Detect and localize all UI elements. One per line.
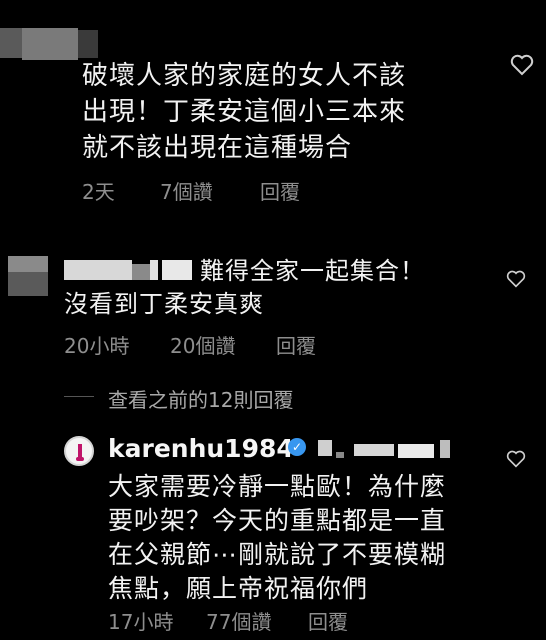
comment-1-text: 破壞人家的家庭的女人不該 出現！丁柔安這個小三本來 就不該出現在這種場合: [82, 61, 407, 163]
comment-2-text-line1: 難得全家一起集合！: [200, 257, 425, 285]
avatar[interactable]: [64, 436, 94, 466]
comment-2-time: 20小時: [64, 334, 130, 358]
verified-badge-icon: ✓: [288, 438, 306, 456]
divider-line: [64, 396, 94, 397]
heart-outline-icon[interactable]: [510, 54, 534, 76]
username[interactable]: karenhu1984: [108, 434, 294, 463]
comment-3-reply-button[interactable]: 回覆: [308, 606, 348, 635]
comment-1-reply-button[interactable]: 回覆: [260, 176, 300, 205]
view-replies-label[interactable]: 查看之前的12則回覆: [108, 384, 293, 413]
comment-3-text: 大家需要冷靜一點歐！為什麼 要吵架？今天的重點都是一直 在父親節⋯剛就說了不要模…: [108, 472, 447, 603]
comment-1-likes[interactable]: 7個讚: [160, 176, 213, 205]
comment-3-time: 17小時: [108, 610, 174, 634]
heart-outline-icon[interactable]: [506, 270, 526, 288]
comment-2-text-line2: 沒看到丁柔安真爽: [64, 290, 264, 318]
comment-1-time: 2天: [82, 180, 115, 204]
comment-2-reply-button[interactable]: 回覆: [276, 330, 316, 359]
heart-outline-icon[interactable]: [506, 450, 526, 468]
comment-3-likes[interactable]: 77個讚: [206, 606, 271, 635]
comment-2-likes[interactable]: 20個讚: [170, 330, 235, 359]
